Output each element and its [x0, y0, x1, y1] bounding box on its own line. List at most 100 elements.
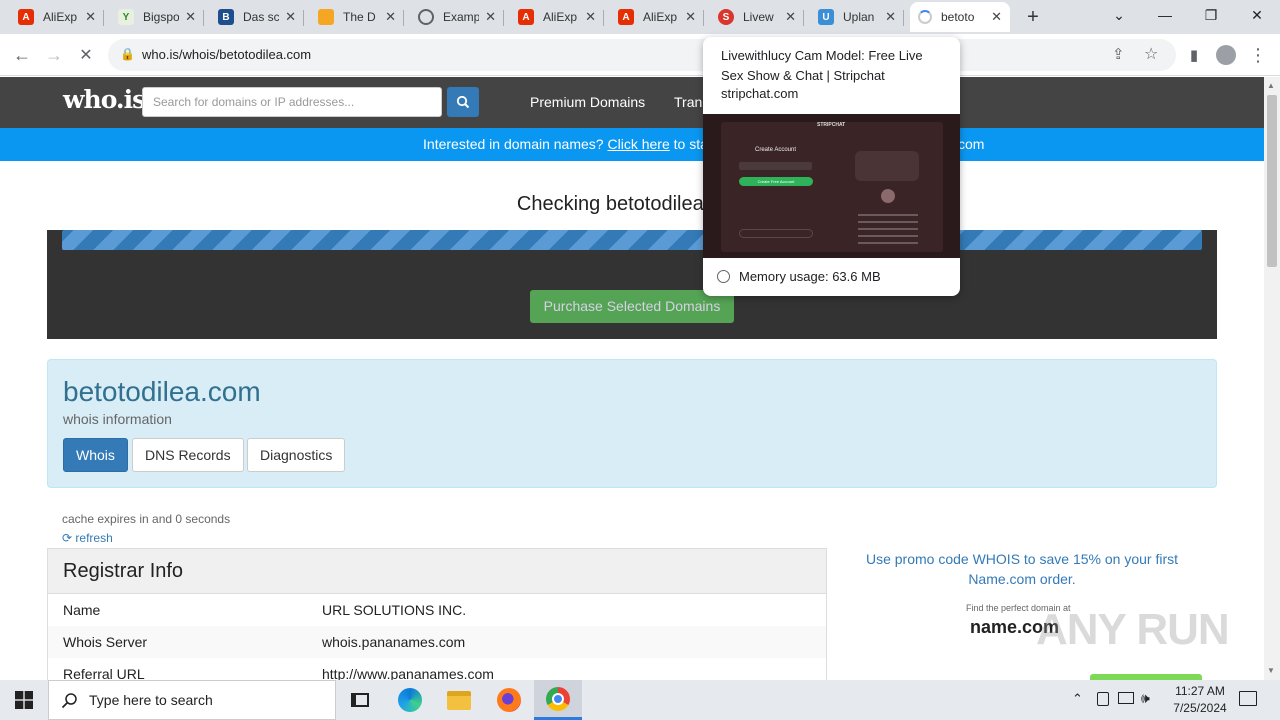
- address-bar[interactable]: 🔒 who.is/whois/betotodilea.com ⇪ ☆: [108, 39, 1176, 71]
- domain-search-input[interactable]: Search for domains or IP addresses...: [142, 87, 442, 117]
- tab-aliexpress-1[interactable]: A AliExp ✕: [10, 2, 104, 32]
- registrar-info-card: Registrar Info Name URL SOLUTIONS INC. W…: [47, 548, 827, 680]
- tab-livewithlucy[interactable]: S Livew ✕: [710, 2, 804, 32]
- taskbar-search-box[interactable]: Type here to search: [48, 680, 336, 720]
- hover-card-title: Livewithlucy Cam Model: Free Live Sex Sh…: [721, 48, 923, 83]
- tab-example[interactable]: Examp ✕: [410, 2, 504, 32]
- windows-logo-icon: [15, 691, 33, 709]
- anyrun-watermark: ANY RUN: [1036, 605, 1230, 654]
- taskbar-search-text: Type here to search: [89, 692, 213, 708]
- tab-uplan[interactable]: U Uplan ✕: [810, 2, 904, 32]
- page-scrollbar[interactable]: ▲ ▼: [1264, 77, 1280, 680]
- banner-link[interactable]: Click here: [607, 136, 669, 152]
- domain-title: betotodilea.com: [63, 376, 261, 407]
- close-icon[interactable]: ✕: [991, 9, 1002, 25]
- close-icon[interactable]: ✕: [185, 9, 196, 25]
- minimize-icon[interactable]: —: [1142, 0, 1188, 30]
- file-explorer-icon[interactable]: [435, 680, 483, 720]
- close-icon[interactable]: ✕: [685, 9, 696, 25]
- close-icon[interactable]: ✕: [385, 9, 396, 25]
- tab-label: betoto: [941, 10, 975, 24]
- menu-kebab-icon[interactable]: ⋮: [1246, 43, 1270, 67]
- browser-toolbar: ← → ✕ 🔒 who.is/whois/betotodilea.com ⇪ ☆…: [0, 34, 1280, 76]
- purchase-selected-button[interactable]: Purchase Selected Domains: [530, 290, 734, 323]
- taskbar-clock[interactable]: 11:27 AM 7/25/2024: [1160, 683, 1240, 717]
- task-view-icon[interactable]: [336, 680, 384, 720]
- search-icon: [61, 693, 77, 709]
- tab-label: AliExp: [643, 10, 678, 24]
- maximize-icon[interactable]: ❐: [1188, 0, 1234, 30]
- tray-device-icon[interactable]: [1097, 692, 1109, 706]
- stop-loading-icon[interactable]: ✕: [74, 43, 98, 67]
- promo-code-link[interactable]: Use promo code WHOIS to save 15% on your…: [855, 549, 1189, 589]
- tab-label: Examp: [443, 10, 479, 24]
- tab-betotodilea-active[interactable]: betoto ✕: [910, 2, 1010, 32]
- banner-text-tail: com: [958, 136, 985, 152]
- notifications-icon[interactable]: [1239, 691, 1257, 706]
- tab-bigspo[interactable]: Y Bigspo ✕: [110, 2, 204, 32]
- bs-icon: B: [218, 9, 234, 25]
- close-icon[interactable]: ✕: [585, 9, 596, 25]
- scroll-up-icon[interactable]: ▲: [1267, 81, 1275, 90]
- tab-diagnostics[interactable]: Diagnostics: [247, 438, 346, 472]
- forward-icon[interactable]: →: [42, 43, 66, 67]
- tab-the-d[interactable]: The D ✕: [310, 2, 404, 32]
- side-panel-icon[interactable]: ▮: [1182, 43, 1206, 67]
- promo-banner: Interested in domain names? Click here t…: [0, 128, 1264, 161]
- scrollbar-thumb[interactable]: [1267, 95, 1277, 267]
- tab-strip: A AliExp ✕ Y Bigspo ✕ B Das sc ✕ The D ✕…: [0, 0, 1280, 34]
- refresh-link[interactable]: ⟳ refresh: [62, 531, 113, 545]
- tray-overflow-icon[interactable]: ⌃: [1072, 691, 1083, 707]
- row-value: whois.pananames.com: [322, 634, 466, 650]
- nav-transfer[interactable]: Tran: [674, 94, 702, 110]
- share-icon[interactable]: ⇪: [1112, 45, 1125, 63]
- back-icon[interactable]: ←: [10, 43, 34, 67]
- registrar-title: Registrar Info: [48, 549, 826, 594]
- tab-aliexpress-3[interactable]: A AliExp ✕: [610, 2, 704, 32]
- tab-label: The D: [343, 10, 376, 24]
- chrome-icon[interactable]: [534, 680, 582, 720]
- uplan-icon: U: [818, 9, 834, 25]
- search-icon: [456, 95, 470, 109]
- table-row: Name URL SOLUTIONS INC.: [48, 594, 826, 626]
- lock-icon[interactable]: 🔒: [120, 47, 135, 61]
- row-key: Name: [63, 602, 101, 618]
- memory-usage-text: Memory usage: 63.6 MB: [739, 269, 881, 284]
- domain-check-panel: Purchase Selected Domains: [47, 230, 1217, 339]
- close-icon[interactable]: ✕: [285, 9, 296, 25]
- globe-icon: [418, 9, 434, 25]
- close-icon[interactable]: ✕: [785, 9, 796, 25]
- profile-avatar[interactable]: [1214, 43, 1238, 67]
- tab-das[interactable]: B Das sc ✕: [210, 2, 304, 32]
- tab-aliexpress-2[interactable]: A AliExp ✕: [510, 2, 604, 32]
- scroll-down-icon[interactable]: ▼: [1267, 666, 1275, 675]
- start-button[interactable]: [0, 680, 48, 720]
- stripchat-icon: S: [718, 9, 734, 25]
- aliexpress-icon: A: [18, 9, 34, 25]
- clock-time: 11:27 AM: [1175, 684, 1225, 698]
- banner-text: Interested in domain names?: [423, 136, 604, 152]
- close-icon[interactable]: ✕: [485, 9, 496, 25]
- domain-info-panel: betotodilea.com whois information Whois …: [47, 359, 1217, 488]
- tab-whois[interactable]: Whois: [63, 438, 128, 472]
- table-row: Referral URL http://www.pananames.com: [48, 658, 826, 680]
- volume-icon[interactable]: 🕪: [1141, 690, 1150, 707]
- close-icon[interactable]: ✕: [885, 9, 896, 25]
- firefox-icon[interactable]: [485, 680, 533, 720]
- edge-icon[interactable]: [386, 680, 434, 720]
- row-value[interactable]: http://www.pananames.com: [322, 666, 494, 680]
- site-logo[interactable]: who.is: [63, 85, 146, 114]
- tab-search-icon[interactable]: ⌄: [1096, 0, 1142, 30]
- close-icon[interactable]: ✕: [85, 9, 96, 25]
- memory-gauge-icon: [717, 270, 730, 283]
- progress-bar: [62, 230, 1202, 250]
- tab-label: AliExp: [543, 10, 578, 24]
- address-bar-url: who.is/whois/betotodilea.com: [142, 47, 312, 62]
- window-close-icon[interactable]: ✕: [1234, 0, 1280, 30]
- network-icon[interactable]: [1118, 692, 1134, 704]
- tab-dns-records[interactable]: DNS Records: [132, 438, 244, 472]
- search-button[interactable]: [447, 87, 479, 117]
- nav-premium-domains[interactable]: Premium Domains: [530, 94, 645, 110]
- bookmark-star-icon[interactable]: ☆: [1144, 44, 1158, 64]
- new-tab-icon[interactable]: +: [1022, 6, 1044, 28]
